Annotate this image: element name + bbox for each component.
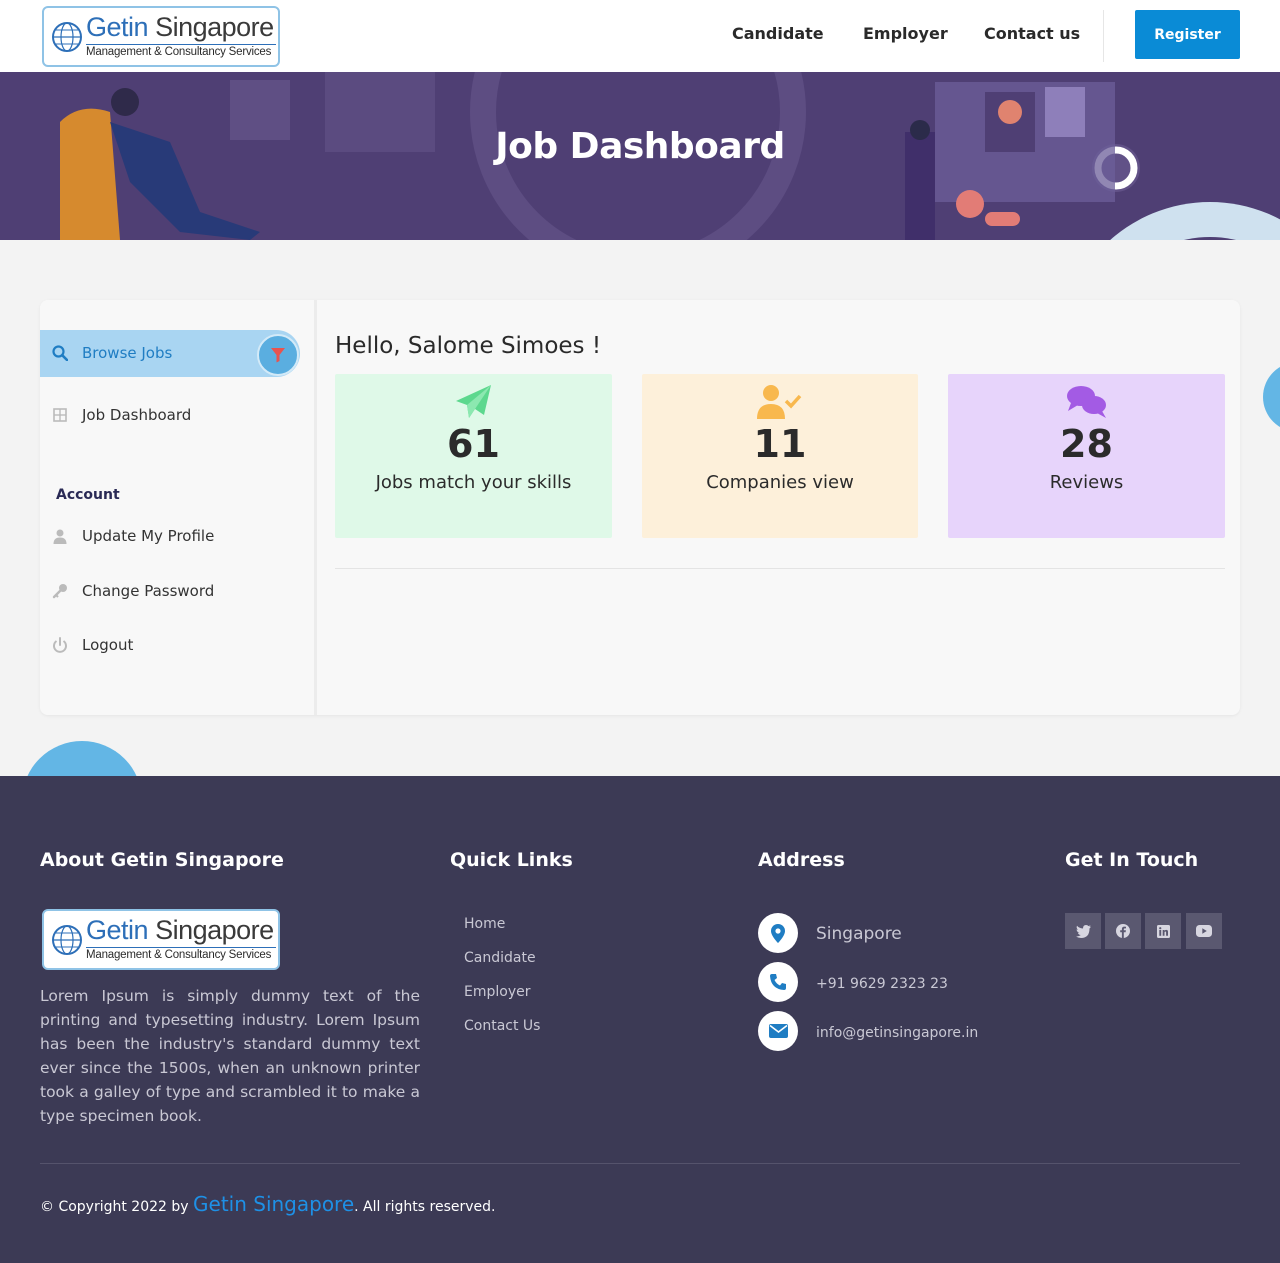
sidebar-item-label: Change Password — [82, 582, 215, 600]
copyright: © Copyright 2022 by Getin Singapore. All… — [40, 1192, 495, 1216]
logo-word-singapore: Singapore — [155, 915, 274, 945]
envelope-icon — [758, 1011, 798, 1051]
content-divider — [335, 568, 1225, 569]
footer-about-text: Lorem Ipsum is simply dummy text of the … — [40, 987, 420, 1125]
footer-touch-heading: Get In Touch — [1065, 849, 1199, 871]
user-check-icon — [757, 385, 802, 419]
sidebar-item-job-dashboard[interactable]: Job Dashboard — [52, 406, 191, 424]
stat-value: 61 — [447, 422, 500, 466]
page-title: Job Dashboard — [495, 126, 785, 167]
sidebar-item-change-password[interactable]: Change Password — [52, 582, 214, 600]
stat-card-companies-view[interactable]: 11 Companies view — [642, 374, 918, 538]
linkedin-icon[interactable] — [1145, 913, 1181, 949]
globe-logo-icon — [52, 925, 82, 955]
stat-label: Reviews — [1049, 472, 1124, 493]
greeting: Hello, Salome Simoes ! — [335, 333, 602, 359]
facebook-icon[interactable] — [1105, 913, 1141, 949]
stat-label: Companies view — [706, 472, 854, 493]
logo-word-getin: Getin — [86, 12, 149, 42]
power-icon — [52, 637, 68, 653]
register-button[interactable]: Register — [1135, 10, 1240, 59]
stat-label: Jobs match your skills — [375, 472, 572, 493]
footer-link-contact-us[interactable]: Contact Us — [464, 1018, 540, 1034]
footer-address-location: Singapore — [816, 924, 902, 944]
copyright-suffix: . All rights reserved. — [354, 1199, 496, 1215]
copyright-brand-link[interactable]: Getin Singapore — [193, 1192, 354, 1216]
logo-tagline: Management & Consultancy Services — [86, 947, 276, 961]
grid-icon — [52, 407, 68, 423]
footer-link-employer[interactable]: Employer — [464, 984, 530, 1000]
globe-logo-icon — [52, 22, 82, 52]
nav-contact-us[interactable]: Contact us — [984, 24, 1080, 43]
stat-card-reviews[interactable]: 28 Reviews — [948, 374, 1225, 538]
sidebar-item-label: Logout — [82, 636, 134, 654]
sidebar-item-label: Browse Jobs — [82, 344, 173, 362]
footer-divider — [40, 1163, 1240, 1164]
search-icon — [52, 345, 68, 361]
footer-phone[interactable]: +91 9629 2323 23 — [816, 976, 948, 992]
logo-word-singapore: Singapore — [155, 12, 274, 42]
sidebar-item-label: Job Dashboard — [82, 406, 192, 424]
sidebar-item-update-profile[interactable]: Update My Profile — [52, 527, 214, 545]
account-heading: Account — [56, 487, 120, 503]
nav-candidate[interactable]: Candidate — [732, 24, 824, 43]
logo-word-getin: Getin — [86, 915, 149, 945]
phone-icon — [758, 962, 798, 1002]
footer-link-home[interactable]: Home — [464, 916, 505, 932]
footer-quick-links-heading: Quick Links — [450, 849, 573, 871]
footer-address-heading: Address — [758, 849, 845, 871]
copyright-prefix: © Copyright 2022 by — [40, 1199, 194, 1215]
nav-divider — [1103, 10, 1104, 62]
paper-plane-icon — [455, 385, 491, 418]
footer-logo: Getin Singapore Management & Consultancy… — [42, 909, 280, 970]
stat-card-jobs-match[interactable]: 61 Jobs match your skills — [335, 374, 612, 538]
stat-value: 28 — [1060, 422, 1113, 466]
hero-banner: Job Dashboard — [0, 72, 1280, 240]
comments-icon — [1066, 386, 1106, 418]
site-logo[interactable]: Getin Singapore Management & Consultancy… — [42, 6, 280, 67]
location-pin-icon — [758, 913, 798, 953]
stat-value: 11 — [753, 422, 807, 466]
footer-link-candidate[interactable]: Candidate — [464, 950, 536, 966]
key-icon — [52, 583, 68, 599]
twitter-icon[interactable] — [1065, 913, 1101, 949]
footer-about-heading: About Getin Singapore — [40, 849, 284, 871]
filter-icon — [271, 348, 285, 363]
youtube-icon[interactable] — [1186, 913, 1222, 949]
nav-employer[interactable]: Employer — [863, 24, 948, 43]
logo-tagline: Management & Consultancy Services — [86, 44, 276, 58]
user-icon — [52, 528, 68, 544]
sidebar-item-label: Update My Profile — [82, 527, 215, 545]
site-header: Getin Singapore Management & Consultancy… — [0, 0, 1280, 72]
decorative-circle — [1263, 362, 1280, 432]
sidebar-item-logout[interactable]: Logout — [52, 636, 133, 654]
filter-button[interactable] — [257, 334, 299, 376]
footer-email[interactable]: info@getinsingapore.in — [816, 1025, 978, 1041]
